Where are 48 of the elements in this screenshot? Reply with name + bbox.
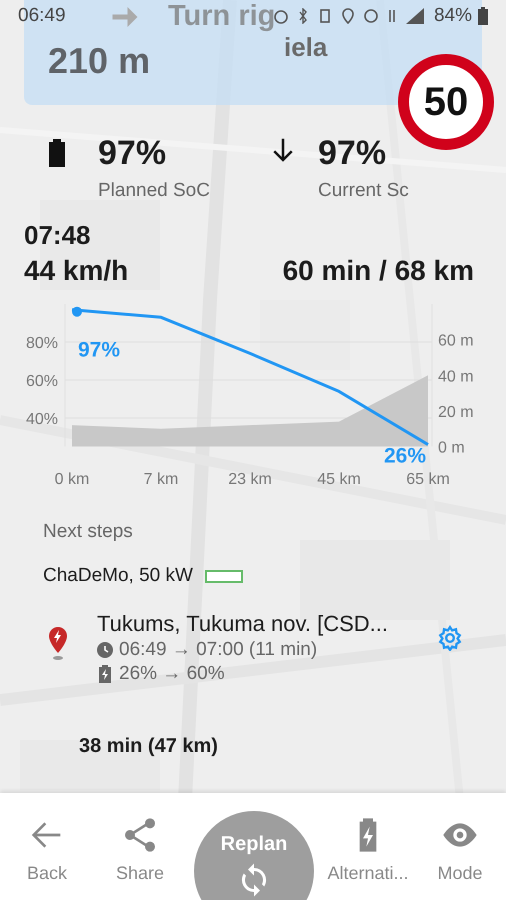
section-heading: Next steps bbox=[43, 521, 134, 543]
charging-pin-icon bbox=[49, 627, 67, 661]
nav-button[interactable]: Mode bbox=[414, 793, 506, 900]
data-label: 97% bbox=[78, 338, 120, 362]
location-icon bbox=[342, 8, 354, 24]
axis-label: 0 m bbox=[438, 440, 465, 456]
bluetooth-icon bbox=[298, 8, 308, 24]
start-marker bbox=[72, 306, 82, 317]
stop-name[interactable]: Tukums, Tukuma nov. [CSD... bbox=[97, 611, 388, 636]
nav-button[interactable]: Alternati... bbox=[322, 793, 414, 900]
settings-icon[interactable] bbox=[437, 625, 463, 651]
nav-button[interactable]: Share bbox=[94, 793, 186, 900]
axis-label: 0 km bbox=[54, 471, 90, 488]
battery-percent: 84% bbox=[434, 5, 472, 27]
charge-range: 26% → 60% bbox=[119, 663, 225, 685]
charger-bar bbox=[204, 570, 243, 582]
soc-label: Current Sc bbox=[318, 180, 410, 202]
battery-bolt-icon bbox=[97, 665, 113, 683]
remaining-time-distance: 60 min / 68 km bbox=[282, 255, 474, 287]
leg-duration: 38 min (47 km) bbox=[79, 735, 219, 758]
nav-button[interactable]: Back bbox=[0, 793, 94, 900]
axis-label: 80% bbox=[26, 335, 58, 352]
axis-label: 20 m bbox=[438, 404, 474, 421]
speed: 44 km/h bbox=[24, 255, 128, 287]
clock-icon bbox=[97, 642, 113, 658]
axis-label: 65 km bbox=[406, 471, 450, 488]
battery-icon bbox=[48, 139, 66, 167]
axis-label: 45 km bbox=[317, 471, 361, 488]
soc-value: 97% bbox=[98, 133, 168, 173]
axis-label: 7 km bbox=[144, 471, 178, 488]
signal-icon bbox=[406, 8, 424, 24]
axis-label: 40 m bbox=[438, 368, 474, 386]
axis-label: 40% bbox=[26, 411, 58, 428]
street-name: iela bbox=[284, 32, 328, 63]
instruction-text: Turn rig bbox=[168, 0, 276, 33]
battery-icon bbox=[478, 7, 488, 25]
data-label: 26% bbox=[384, 444, 426, 468]
axis-label: 60 m bbox=[438, 332, 474, 350]
connector-label: ChaDeMo, 50 kW bbox=[43, 565, 193, 587]
soc-label: Planned SoC bbox=[98, 180, 211, 202]
axis-label: 60% bbox=[26, 373, 58, 390]
replan-button[interactable]: Replan bbox=[194, 811, 314, 900]
arrival-time: 07:48 bbox=[23, 220, 92, 251]
axis-label: 23 km bbox=[228, 471, 272, 488]
charge-time: 06:49 → 07:00 (11 min) bbox=[119, 639, 318, 661]
status-time: 06:49 bbox=[18, 5, 66, 27]
soc-value: 97% bbox=[318, 133, 388, 173]
distance: 210 m bbox=[48, 40, 150, 82]
